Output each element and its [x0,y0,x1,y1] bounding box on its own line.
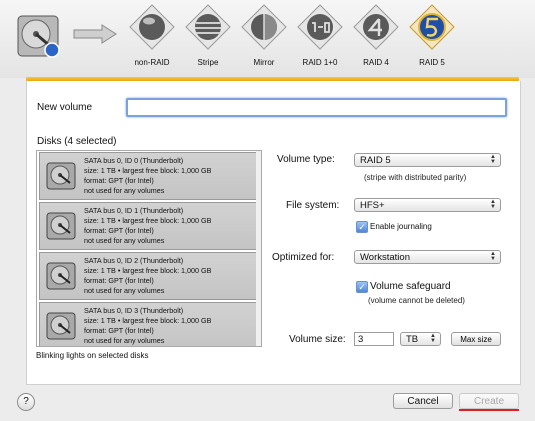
optimized-for-select[interactable]: Workstation ▲ ▼ [354,250,501,264]
disk-format: format: GPT (for Intel) [84,226,154,235]
disk-title: SATA bus 0, ID 2 (Thunderbolt) [84,256,184,265]
volume-safeguard-checkbox[interactable]: ✓ [356,281,368,293]
disk-usage: not used for any volumes [84,236,165,245]
file-system-value: HFS+ [360,200,385,211]
create-button[interactable]: Create [459,393,519,409]
max-size-button[interactable]: Max size [451,332,501,346]
raid-level-raid4[interactable]: RAID 4 [348,4,404,76]
raid5-icon [409,4,455,50]
raid-level-label: RAID 4 [363,58,389,67]
sphere-icon [129,4,175,50]
stripe-sphere-icon [185,4,231,50]
raid-level-stripe[interactable]: Stripe [180,4,236,76]
volume-safeguard-note: (volume cannot be deleted) [368,296,465,305]
raid-level-label: non-RAID [134,58,170,67]
raid-level-mirror[interactable]: Mirror [236,4,292,76]
raid-level-toolbar: non-RAID Stripe Mirror RAID 1+0 RAID 4 R… [0,0,535,78]
mirror-sphere-icon [241,4,287,50]
raid10-icon [297,4,343,50]
enable-journaling-checkbox[interactable]: ✓ [356,221,368,233]
disk-list-scrollbar[interactable] [256,151,261,346]
hard-disk-icon [46,212,76,240]
disk-usage: not used for any volumes [84,286,165,295]
new-volume-label: New volume [37,102,93,113]
volume-size-unit-value: TB [406,334,419,345]
disks-title: Disks (4 selected) [37,136,117,147]
disk-title: SATA bus 0, ID 1 (Thunderbolt) [84,206,184,215]
disk-title: SATA bus 0, ID 3 (Thunderbolt) [84,306,184,315]
disk-size: size: 1 TB • largest free block: 1,000 G… [84,216,212,225]
volume-type-value: RAID 5 [360,155,391,166]
raid-level-label: Stripe [197,58,219,67]
up-down-arrows-icon: ▲ ▼ [490,154,496,165]
disk-size: size: 1 TB • largest free block: 1,000 G… [84,166,212,175]
volume-size-label: Volume size: [289,334,346,345]
new-volume-input[interactable] [126,98,507,117]
arrow-right-icon [73,24,117,44]
hard-disk-icon [17,15,60,58]
create-highlight-underline [459,409,519,411]
volume-size-unit-select[interactable]: TB ▲ ▼ [400,332,441,346]
disk-format: format: GPT (for Intel) [84,276,154,285]
raid4-icon [353,4,399,50]
disk-usage: not used for any volumes [84,336,165,345]
file-system-select[interactable]: HFS+ ▲ ▼ [354,198,501,212]
optimized-for-label: Optimized for: [272,252,335,263]
volume-settings-panel: New volume Disks (4 selected) SATA bus 0… [26,81,521,385]
disk-row-3[interactable]: SATA bus 0, ID 3 (Thunderbolt) size: 1 T… [39,302,258,346]
blinking-lights-note: Blinking lights on selected disks [36,351,149,360]
disk-list[interactable]: SATA bus 0, ID 0 (Thunderbolt) size: 1 T… [36,150,262,347]
volume-size-input[interactable]: 3 [354,332,394,346]
volume-type-note: (stripe with distributed parity) [364,173,467,182]
disk-format: format: GPT (for Intel) [84,326,154,335]
help-button[interactable]: ? [17,393,35,411]
volume-type-label: Volume type: [277,154,335,165]
raid-level-label: RAID 1+0 [302,58,338,67]
volume-type-select[interactable]: RAID 5 ▲ ▼ [354,153,501,167]
enable-journaling-label: Enable journaling [370,222,432,231]
up-down-arrows-icon: ▲ ▼ [430,333,436,344]
raid-level-nonraid[interactable]: non-RAID [124,4,180,76]
volume-safeguard-label: Volume safeguard [370,281,451,292]
disk-usage: not used for any volumes [84,186,165,195]
disk-row-1[interactable]: SATA bus 0, ID 1 (Thunderbolt) size: 1 T… [39,202,258,250]
hard-disk-icon [46,162,76,190]
disk-row-2[interactable]: SATA bus 0, ID 2 (Thunderbolt) size: 1 T… [39,252,258,300]
disk-row-0[interactable]: SATA bus 0, ID 0 (Thunderbolt) size: 1 T… [39,152,258,200]
hard-disk-icon [46,262,76,290]
disk-size: size: 1 TB • largest free block: 1,000 G… [84,316,212,325]
raid-level-label: RAID 5 [419,58,445,67]
disk-title: SATA bus 0, ID 0 (Thunderbolt) [84,156,184,165]
raid-level-label: Mirror [253,58,275,67]
up-down-arrows-icon: ▲ ▼ [490,251,496,262]
up-down-arrows-icon: ▲ ▼ [490,199,496,210]
raid-level-raid5[interactable]: RAID 5 [404,4,460,76]
disk-size: size: 1 TB • largest free block: 1,000 G… [84,266,212,275]
hard-disk-icon [46,312,76,340]
file-system-label: File system: [286,200,340,211]
cancel-button[interactable]: Cancel [393,393,453,409]
optimized-for-value: Workstation [360,252,410,263]
raid-level-raid10[interactable]: RAID 1+0 [292,4,348,76]
disk-format: format: GPT (for Intel) [84,176,154,185]
